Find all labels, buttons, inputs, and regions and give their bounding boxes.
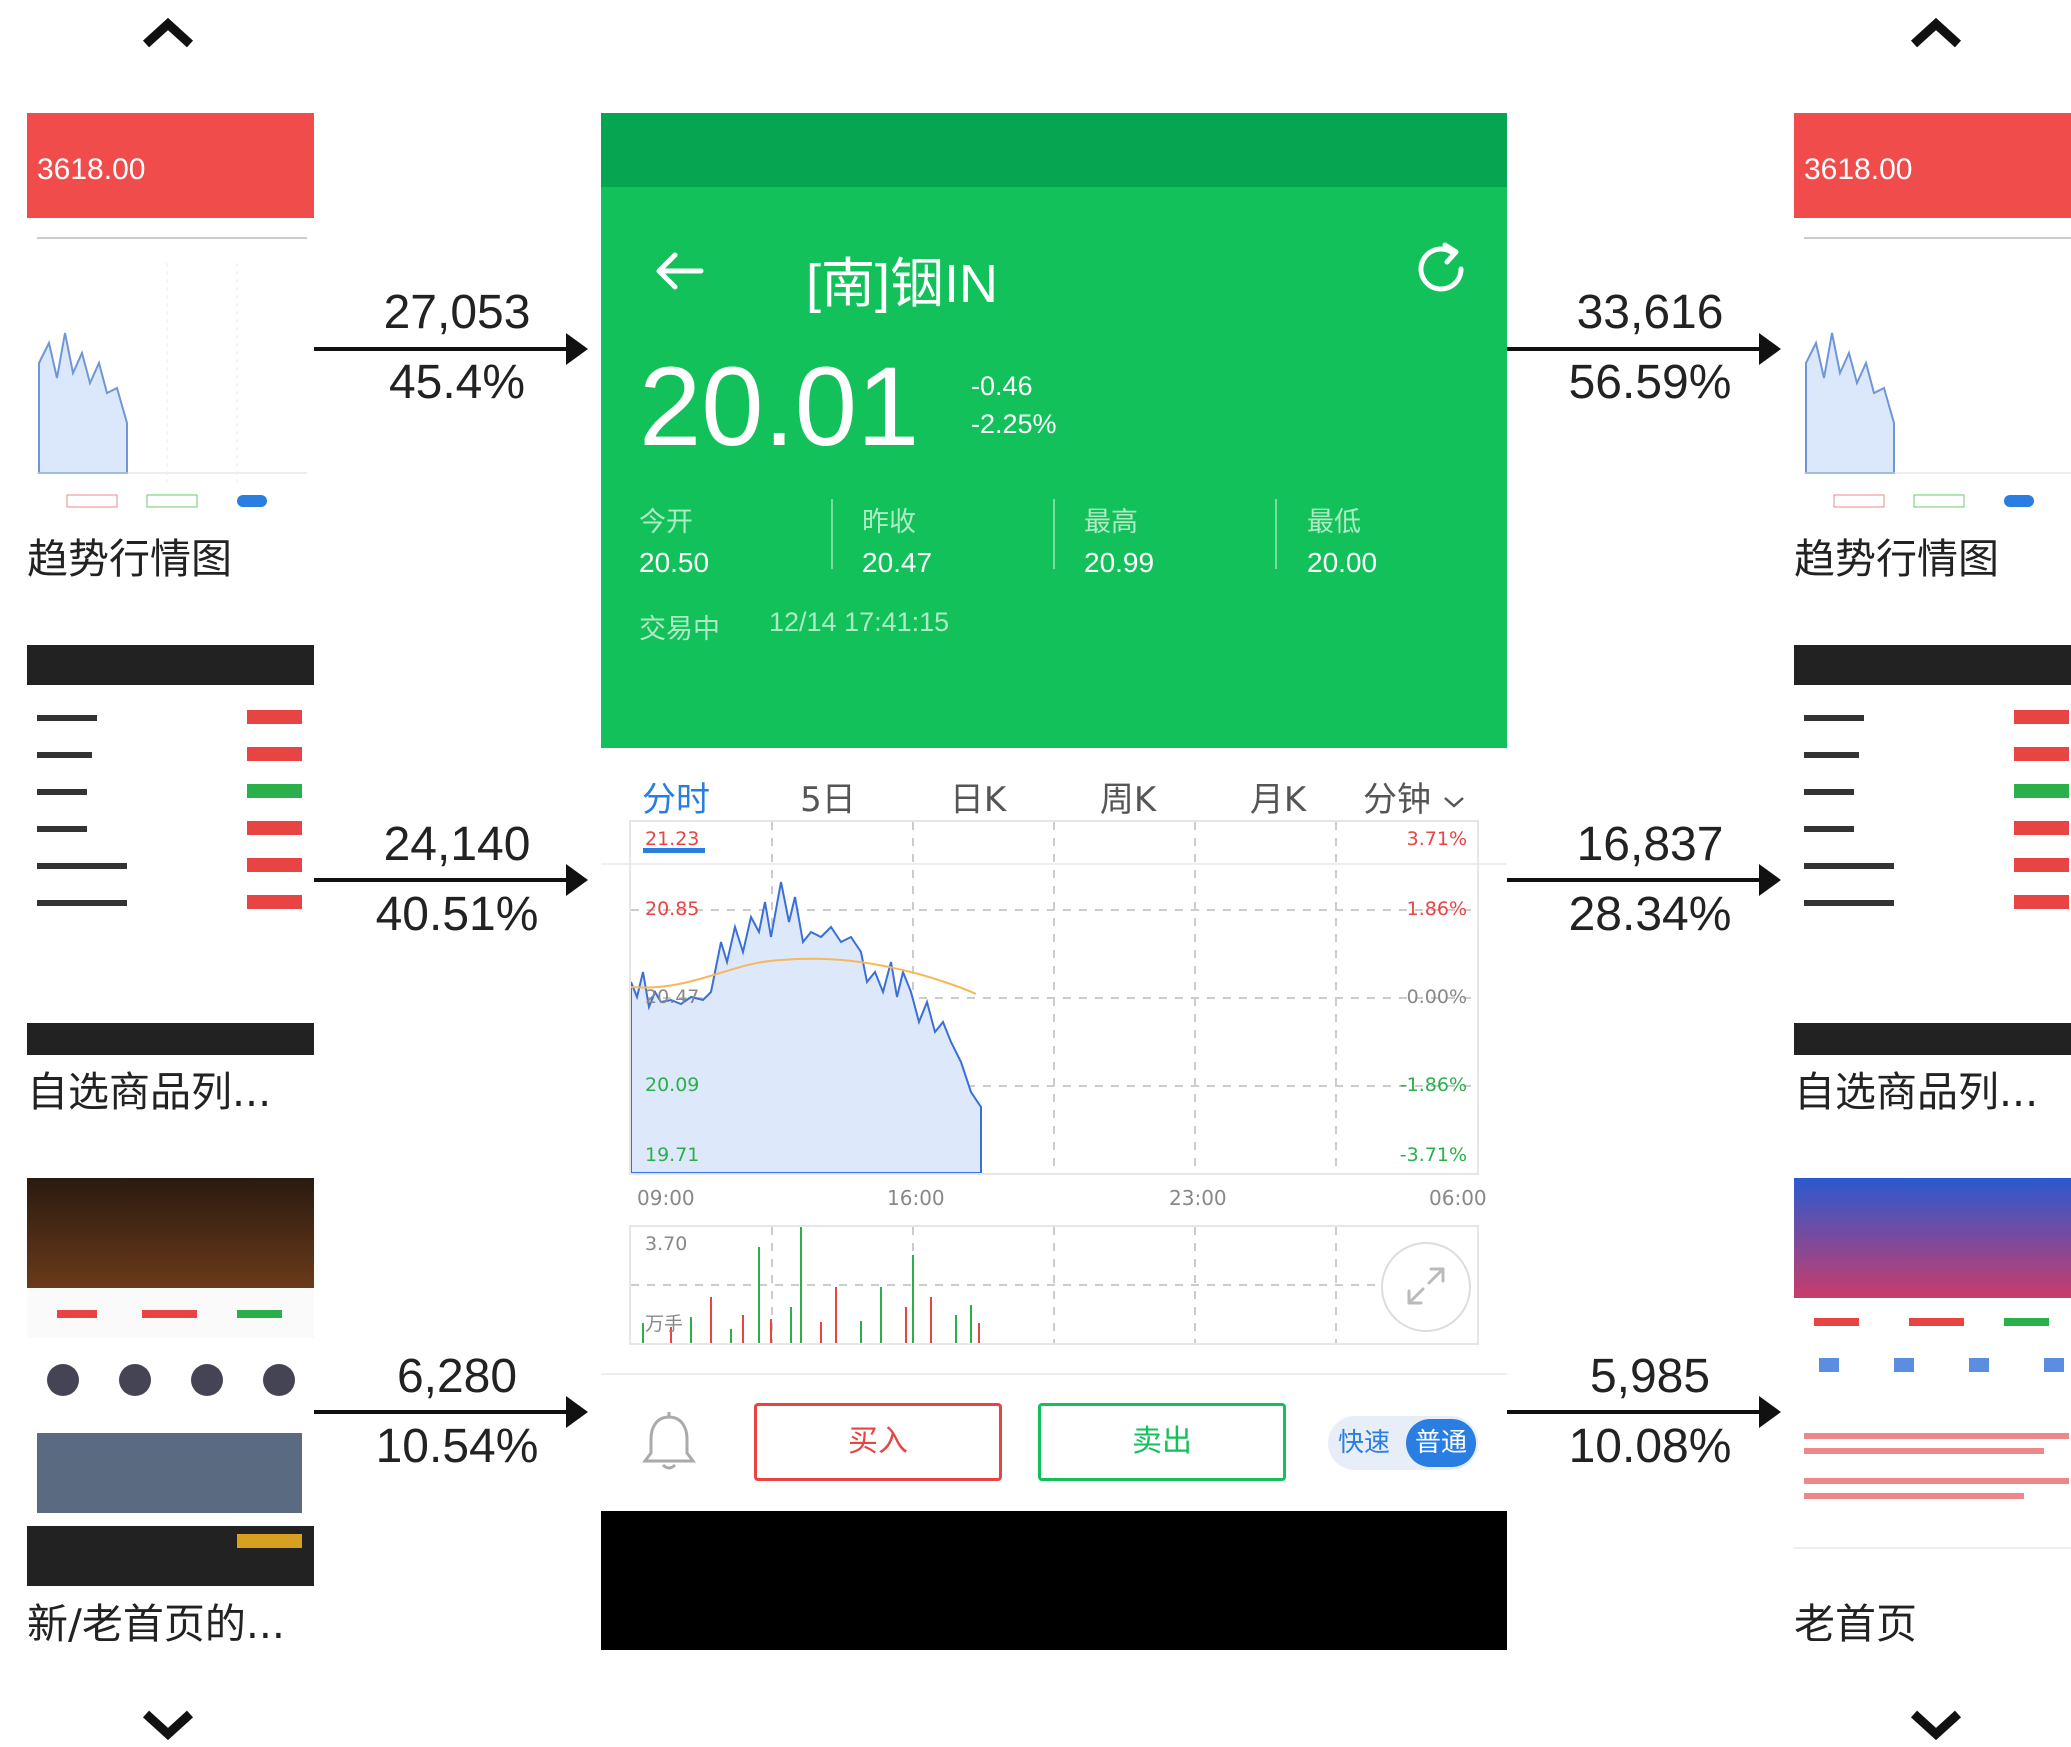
y-left-label: 21.23 (645, 828, 700, 850)
stat-prev-close: 昨收 20.47 (862, 500, 1084, 579)
thumbnail-watchlist[interactable] (27, 645, 314, 1055)
change-percent: -2.25% (971, 409, 1057, 439)
y-right-label: 0.00% (1406, 986, 1467, 1008)
y-right-label: -1.86% (1399, 1074, 1467, 1096)
chevron-down-icon (1443, 796, 1464, 808)
volume-graphic (631, 1227, 1477, 1343)
stat-label: 最高 (1084, 507, 1138, 538)
thumbnail-trend-chart[interactable]: 3618.00 (1794, 113, 2071, 518)
flow-count: 27,053 (383, 286, 531, 339)
flow-arrow (314, 864, 588, 896)
y-right-label: 3.71% (1406, 828, 1467, 850)
stat-label: 今开 (639, 507, 693, 538)
stat-high: 最高 20.99 (1084, 500, 1306, 579)
flow-arrow (1507, 333, 1781, 365)
flow-percent: 45.4% (388, 356, 526, 409)
thumb-home-graphic (27, 1288, 314, 1586)
stat-value: 20.47 (862, 547, 933, 578)
status-bar (601, 113, 1507, 187)
thumb-home-graphic (1794, 1318, 2071, 1549)
chart-graphic (631, 822, 1477, 1173)
chevron-up-icon[interactable] (1906, 12, 1966, 52)
price-change: -0.46 -2.25% (971, 367, 1057, 443)
x-axis-label: 06:00 (1429, 1186, 1487, 1210)
x-axis-label: 09:00 (637, 1186, 695, 1210)
nav-bar (601, 1511, 1507, 1650)
thumbnail-home-old[interactable] (1794, 1178, 2071, 1586)
stat-value: 20.50 (639, 547, 710, 578)
expand-icon[interactable] (1403, 1263, 1449, 1309)
buy-button[interactable]: 买入 (754, 1403, 1002, 1481)
sell-button[interactable]: 卖出 (1038, 1403, 1286, 1481)
chevron-down-icon[interactable] (1906, 1704, 1966, 1744)
x-axis-label: 23:00 (1169, 1186, 1227, 1210)
y-right-label: 1.86% (1406, 898, 1467, 920)
y-right-label: -3.71% (1399, 1144, 1467, 1166)
flow-count: 16,837 (1576, 818, 1724, 871)
volume-unit-label: 万手 (645, 1313, 684, 1335)
flow-percent: 28.34% (1568, 888, 1732, 941)
trading-status: 交易中 (639, 614, 720, 645)
flow-percent: 10.08% (1568, 1420, 1732, 1473)
flow-arrow (1507, 864, 1781, 896)
back-arrow-icon[interactable] (653, 249, 705, 293)
y-left-label: 20.47 (645, 986, 700, 1008)
thumbnail-home-new[interactable] (27, 1178, 314, 1586)
flow-count: 33,616 (1576, 286, 1724, 339)
y-left-label: 19.71 (645, 1144, 700, 1166)
refresh-icon[interactable] (1409, 237, 1473, 301)
thumb-label: 新/老首页的... (27, 1600, 285, 1648)
y-left-label: 20.85 (645, 898, 700, 920)
thumb-label: 趋势行情图 (27, 535, 232, 583)
thumbnail-watchlist[interactable] (1794, 645, 2071, 1055)
thumb-price: 3618.00 (1804, 153, 1913, 186)
quote-header: [南]铟IN 20.01 -0.46 -2.25% 今开 20.50 昨收 20… (601, 187, 1507, 748)
tab-minute-label: 分钟 (1363, 780, 1431, 820)
thumb-chart-graphic (1804, 237, 2071, 508)
thumb-list-graphic (37, 710, 302, 909)
y-left-label: 20.09 (645, 1074, 700, 1096)
quote-timestamp: 12/14 17:41:15 (769, 607, 950, 637)
toggle-fast-label[interactable]: 快速 (1338, 1416, 1390, 1470)
flow-arrow (1507, 1396, 1781, 1428)
thumb-label: 趋势行情图 (1794, 535, 1999, 583)
stat-value: 20.00 (1307, 547, 1378, 578)
stat-low: 最低 20.00 (1307, 500, 1497, 579)
thumb-list-graphic (1804, 710, 2069, 909)
volume-chart[interactable]: 3.70 万手 (629, 1225, 1479, 1345)
thumbnail-trend-chart[interactable]: 3618.00 (27, 113, 314, 518)
flow-percent: 10.54% (375, 1420, 539, 1473)
volume-max-label: 3.70 (645, 1233, 688, 1255)
intraday-chart[interactable]: 21.23 20.85 20.47 20.09 19.71 3.71% 1.86… (629, 820, 1479, 1175)
chevron-down-icon[interactable] (138, 1704, 198, 1744)
stat-label: 昨收 (862, 507, 916, 538)
flow-arrow (314, 1396, 588, 1428)
stock-detail-screen: [南]铟IN 20.01 -0.46 -2.25% 今开 20.50 昨收 20… (601, 113, 1507, 1650)
flow-count: 5,985 (1589, 1350, 1711, 1403)
bell-icon[interactable] (641, 1411, 697, 1471)
chevron-up-icon[interactable] (138, 12, 198, 52)
flow-count: 24,140 (383, 818, 531, 871)
stat-label: 最低 (1307, 507, 1361, 538)
flow-count: 6,280 (396, 1350, 518, 1403)
flow-percent: 56.59% (1568, 356, 1732, 409)
x-axis-label: 16:00 (887, 1186, 945, 1210)
thumb-label: 自选商品列... (1794, 1068, 2039, 1116)
thumb-price: 3618.00 (37, 153, 146, 186)
flow-percent: 40.51% (375, 888, 539, 941)
stat-open: 今开 20.50 (639, 500, 861, 579)
thumb-chart-graphic (37, 237, 307, 508)
stat-value: 20.99 (1084, 547, 1155, 578)
toggle-normal-label[interactable]: 普通 (1406, 1419, 1476, 1467)
page-title: [南]铟IN (806, 254, 999, 314)
current-price: 20.01 (639, 344, 920, 469)
flow-arrow (314, 333, 588, 365)
trade-mode-toggle[interactable]: 快速 普通 (1328, 1416, 1478, 1470)
thumb-label: 老首页 (1794, 1600, 1917, 1648)
change-value: -0.46 (971, 371, 1033, 401)
thumb-label: 自选商品列... (27, 1068, 272, 1116)
